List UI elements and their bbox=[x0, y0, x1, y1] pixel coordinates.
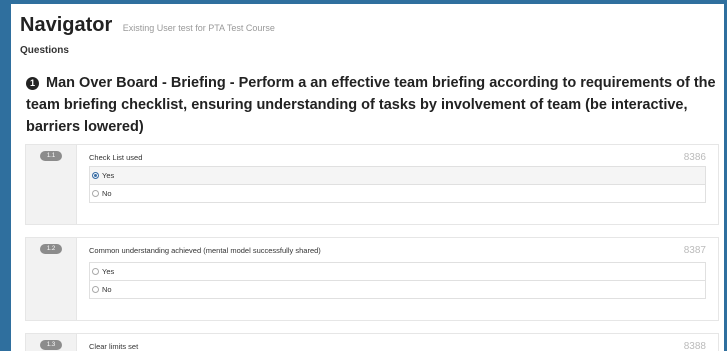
item-number-badge: 1.2 bbox=[40, 244, 62, 254]
radio-unselected-icon[interactable] bbox=[92, 285, 99, 293]
radio-selected-icon[interactable] bbox=[92, 171, 99, 179]
radio-unselected-icon[interactable] bbox=[92, 189, 99, 197]
page-header: Navigator Existing User test for PTA Tes… bbox=[20, 14, 275, 37]
question-text: Man Over Board - Briefing - Perform a an… bbox=[26, 75, 716, 135]
item-code: 8388 bbox=[683, 341, 706, 351]
item-options: Yes No bbox=[89, 166, 706, 203]
item-label: Common understanding achieved (mental mo… bbox=[89, 246, 321, 255]
item-label: Check List used bbox=[89, 153, 143, 162]
option-yes[interactable]: Yes bbox=[90, 263, 705, 281]
item-number-badge: 1.1 bbox=[40, 151, 62, 161]
option-label: Yes bbox=[102, 171, 115, 180]
option-no[interactable]: No bbox=[90, 281, 705, 298]
option-yes[interactable]: Yes bbox=[90, 167, 705, 185]
question-item: 1.1 Check List used 8386 Yes No bbox=[25, 144, 719, 225]
item-label: Clear limits set bbox=[89, 342, 139, 351]
option-label: No bbox=[102, 189, 112, 198]
item-code: 8386 bbox=[683, 152, 706, 163]
question-heading: 1 Man Over Board - Briefing - Perform a … bbox=[26, 72, 716, 138]
page-title: Navigator bbox=[20, 14, 113, 36]
main-content: Navigator Existing User test for PTA Tes… bbox=[18, 4, 721, 351]
question-item: 1.3 Clear limits set 8388 bbox=[25, 333, 719, 351]
item-card: Clear limits set 8388 bbox=[76, 334, 718, 351]
question-number-icon: 1 bbox=[26, 77, 39, 90]
radio-unselected-icon[interactable] bbox=[92, 267, 99, 275]
option-label: Yes bbox=[102, 267, 115, 276]
item-card: Check List used 8386 Yes No bbox=[76, 145, 718, 224]
page-subtitle: Existing User test for PTA Test Course bbox=[122, 23, 275, 33]
question-item: 1.2 Common understanding achieved (menta… bbox=[25, 237, 719, 321]
window-frame-left bbox=[0, 0, 11, 351]
item-number-column: 1.3 bbox=[26, 334, 76, 351]
option-label: No bbox=[102, 285, 112, 294]
window-frame-left-gap bbox=[11, 4, 13, 351]
questions-label: Questions bbox=[20, 45, 69, 56]
item-options: Yes No bbox=[89, 262, 706, 299]
item-number-column: 1.2 bbox=[26, 238, 76, 320]
item-code: 8387 bbox=[683, 245, 706, 256]
item-number-column: 1.1 bbox=[26, 145, 76, 224]
item-card: Common understanding achieved (mental mo… bbox=[76, 238, 718, 320]
item-number-badge: 1.3 bbox=[40, 340, 62, 350]
option-no[interactable]: No bbox=[90, 185, 705, 202]
